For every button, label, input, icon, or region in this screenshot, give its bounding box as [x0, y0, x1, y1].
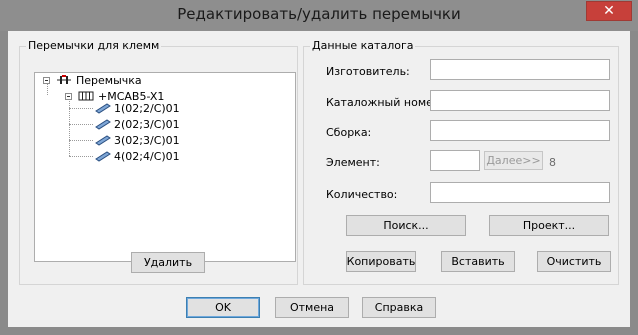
quantity-field[interactable]	[430, 182, 610, 203]
window-title: Редактировать/удалить перемычки	[177, 5, 461, 23]
catalog-number-field[interactable]	[430, 90, 610, 111]
jumper-tree[interactable]: Перемычка +MCAB5-X1 1(02;2/C)01 2(02;3/C…	[34, 72, 296, 262]
element-count: 8	[549, 156, 556, 169]
tree-line	[69, 124, 93, 125]
jumper-icon	[57, 75, 71, 84]
catalog-number-label: Каталожный номер:	[326, 96, 444, 109]
tree-leaf-jumper[interactable]: 3(02;3/C)01	[95, 133, 180, 147]
jumpers-group: Перемычки для клемм Перемычка +MCAB5-X1 …	[19, 39, 298, 285]
cancel-button[interactable]: Отмена	[275, 297, 349, 318]
element-label: Элемент:	[326, 156, 380, 169]
next-button[interactable]: Далее>>	[484, 151, 543, 170]
tree-line	[69, 108, 93, 109]
tree-line	[69, 156, 93, 157]
project-button[interactable]: Проект...	[489, 215, 609, 236]
jumper-bar-icon	[95, 151, 111, 162]
tree-leaf-label: 2(02;3/C)01	[114, 117, 180, 131]
quantity-label: Количество:	[326, 188, 398, 201]
assembly-field[interactable]	[430, 120, 610, 141]
terminal-strip-icon	[78, 91, 94, 101]
manufacturer-label: Изготовитель:	[326, 65, 410, 78]
jumpers-group-label: Перемычки для клемм	[26, 39, 162, 52]
tree-line	[69, 98, 70, 156]
tree-leaf-jumper[interactable]: 2(02;3/C)01	[95, 117, 180, 131]
paste-button[interactable]: Вставить	[441, 251, 515, 272]
assembly-label: Сборка:	[326, 126, 372, 139]
tree-node-root[interactable]: Перемычка	[43, 73, 142, 87]
search-button[interactable]: Поиск...	[346, 215, 466, 236]
tree-node-label: Перемычка	[76, 73, 142, 87]
ok-button[interactable]: OK	[186, 297, 260, 318]
tree-leaf-jumper[interactable]: 1(02;2/C)01	[95, 101, 180, 115]
tree-leaf-label: 4(02;4/C)01	[114, 149, 180, 163]
clear-button[interactable]: Очистить	[537, 251, 611, 272]
catalog-data-group-label: Данные каталога	[310, 39, 416, 52]
collapse-icon[interactable]	[65, 92, 72, 100]
dialog-window: Редактировать/удалить перемычки ✕ Перемы…	[0, 0, 638, 335]
tree-leaf-label: 1(02;2/C)01	[114, 101, 180, 115]
manufacturer-field[interactable]	[430, 59, 610, 80]
close-button[interactable]: ✕	[586, 1, 632, 21]
copy-button[interactable]: Копировать	[346, 251, 416, 272]
delete-button[interactable]: Удалить	[131, 252, 205, 273]
tree-leaf-label: 3(02;3/C)01	[114, 133, 180, 147]
help-button[interactable]: Справка	[362, 297, 436, 318]
element-field[interactable]	[430, 150, 480, 171]
jumper-bar-icon	[95, 135, 111, 146]
jumper-bar-icon	[95, 119, 111, 130]
tree-line	[69, 140, 93, 141]
collapse-icon[interactable]	[43, 76, 50, 84]
jumper-bar-icon	[95, 103, 111, 114]
close-icon: ✕	[603, 3, 615, 19]
tree-leaf-jumper[interactable]: 4(02;4/C)01	[95, 149, 180, 163]
catalog-data-group: Данные каталога Изготовитель: Каталожный…	[303, 39, 619, 285]
title-bar: Редактировать/удалить перемычки ✕	[0, 0, 638, 31]
dialog-client-area: Перемычки для клемм Перемычка +MCAB5-X1 …	[8, 31, 630, 327]
